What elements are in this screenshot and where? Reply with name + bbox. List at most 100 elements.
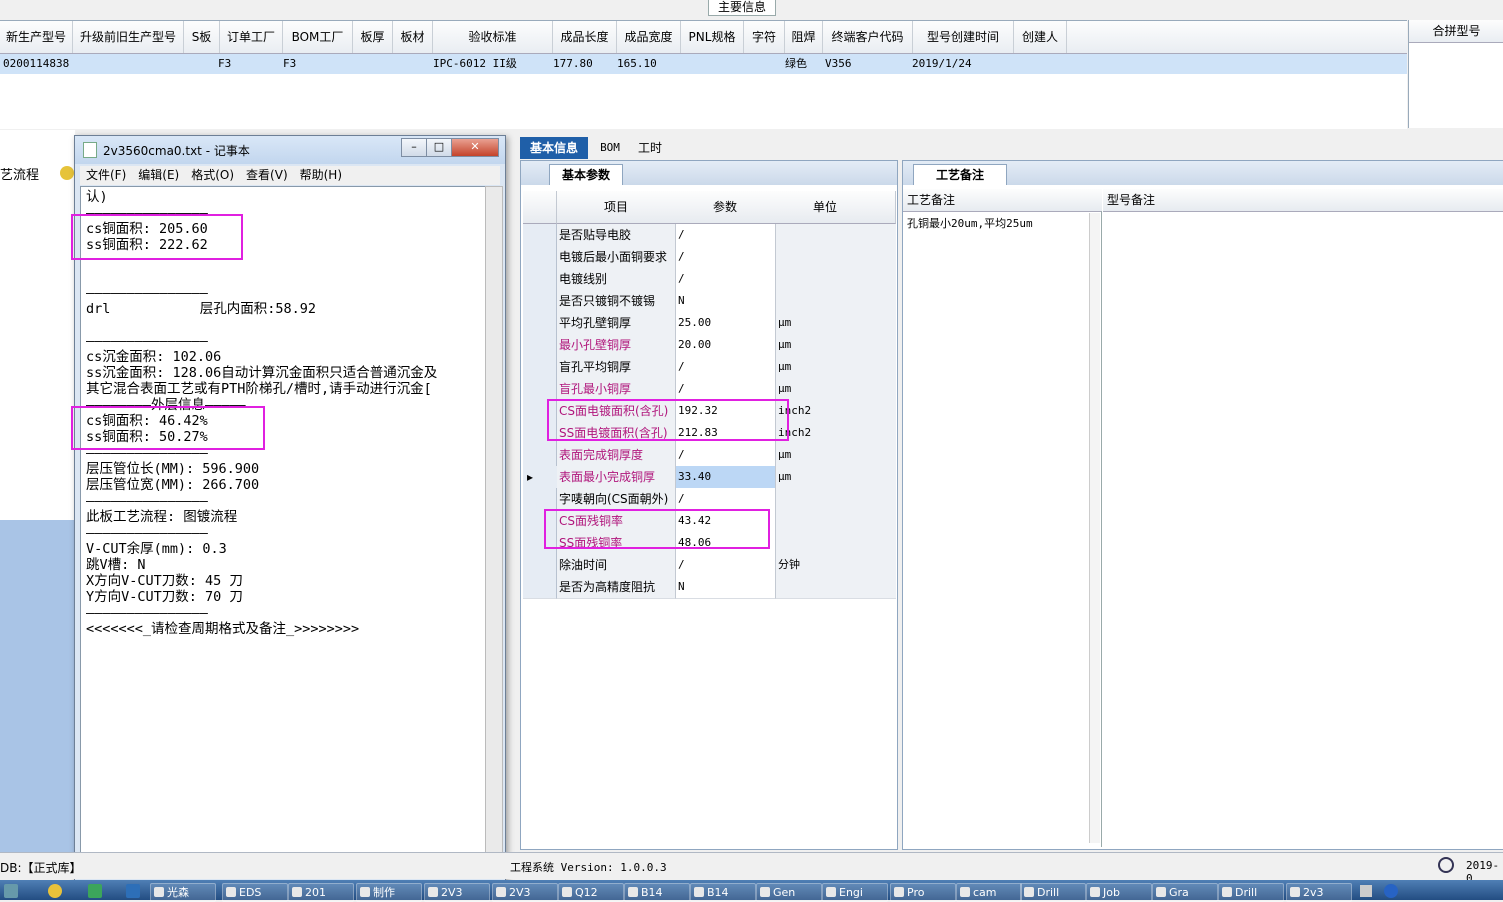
taskbar-button[interactable]: 2v3 bbox=[1286, 883, 1352, 902]
col-customer[interactable]: 终端客户代码 bbox=[823, 21, 913, 53]
col-char[interactable]: 字符 bbox=[744, 21, 785, 53]
version-label: 工程系统 Version: 1.0.0.3 bbox=[510, 861, 667, 874]
col-value[interactable]: 参数 bbox=[675, 191, 776, 224]
app-icon bbox=[226, 887, 236, 897]
remark-scrollbar[interactable] bbox=[1089, 213, 1100, 843]
menu-view[interactable]: 查看(V) bbox=[240, 166, 294, 185]
param-unit bbox=[775, 224, 896, 247]
param-item: 是否贴导电胶 bbox=[557, 224, 675, 247]
param-unit bbox=[775, 290, 896, 313]
start-icon[interactable] bbox=[4, 884, 18, 898]
param-value[interactable]: / bbox=[675, 268, 776, 291]
taskbar-button[interactable]: Gen bbox=[756, 883, 822, 902]
col-unit[interactable]: 单位 bbox=[775, 191, 876, 224]
tab-basic-info[interactable]: 基本信息 bbox=[520, 137, 588, 159]
taskbar-button[interactable]: Drill bbox=[1218, 883, 1284, 902]
param-value[interactable]: / bbox=[675, 554, 776, 577]
col-item[interactable]: 项目 bbox=[557, 191, 676, 224]
process-flow-label[interactable]: 艺流程 bbox=[0, 164, 39, 183]
param-value[interactable]: / bbox=[675, 224, 776, 247]
text-line: V-CUT余厚(mm): 0.3 bbox=[86, 541, 227, 557]
taskbar-button[interactable]: 2V3 bbox=[424, 883, 490, 902]
col-width[interactable]: 成品宽度 bbox=[617, 21, 681, 53]
taskbar-label: Pro bbox=[907, 886, 925, 899]
col-model-remark[interactable]: 型号备注 bbox=[1103, 189, 1503, 212]
tab-bom[interactable]: BOM bbox=[592, 137, 628, 159]
param-value[interactable]: 20.00 bbox=[675, 334, 776, 357]
process-remark-text[interactable]: 孔铜最小20um,平均25um bbox=[907, 215, 1033, 231]
param-item: 表面完成铜厚度 bbox=[557, 444, 675, 467]
row-header bbox=[523, 554, 557, 577]
param-unit: μm bbox=[775, 356, 896, 379]
param-value[interactable]: / bbox=[675, 378, 776, 401]
notepad-title: 2v3560cma0.txt - 记事本 bbox=[103, 144, 250, 158]
taskbar-button[interactable]: 2V3 bbox=[492, 883, 558, 902]
tab-basic-params[interactable]: 基本参数 bbox=[549, 164, 623, 185]
app-icon[interactable] bbox=[88, 884, 102, 898]
col-creator[interactable]: 创建人 bbox=[1014, 21, 1067, 53]
taskbar-button[interactable]: Job bbox=[1086, 883, 1152, 902]
param-value[interactable]: / bbox=[675, 356, 776, 379]
col-mask[interactable]: 阻焊 bbox=[785, 21, 823, 53]
menu-edit[interactable]: 编辑(E) bbox=[132, 166, 185, 185]
param-value[interactable]: N bbox=[675, 290, 776, 313]
taskbar-button[interactable]: B14 bbox=[624, 883, 690, 902]
param-unit bbox=[775, 576, 896, 599]
col-length[interactable]: 成品长度 bbox=[553, 21, 617, 53]
app-icon[interactable] bbox=[126, 884, 140, 898]
taskbar-button[interactable]: Pro bbox=[890, 883, 956, 902]
main-info-tab[interactable]: 主要信息 bbox=[708, 0, 776, 16]
param-value[interactable]: / bbox=[675, 444, 776, 467]
cell-length: 177.80 bbox=[553, 57, 593, 70]
maximize-button[interactable]: □ bbox=[426, 138, 452, 157]
param-value[interactable]: / bbox=[675, 488, 776, 511]
help-icon[interactable] bbox=[1384, 884, 1398, 898]
menu-format[interactable]: 格式(O) bbox=[185, 166, 240, 185]
param-value[interactable]: N bbox=[675, 576, 776, 599]
col-old-model[interactable]: 升级前旧生产型号 bbox=[73, 21, 184, 53]
taskbar-button[interactable]: Gra bbox=[1152, 883, 1218, 902]
param-unit: μm bbox=[775, 312, 896, 335]
col-s-board[interactable]: S板 bbox=[184, 21, 220, 53]
notepad-text-area[interactable]: 认) ——————————————— cs铜面积: 205.60 ss铜面积: 222… bbox=[80, 186, 486, 858]
taskbar: 光森 EDS 201 制作 2V3 2V3 Q12 B14 B14 Gen Engi Pro cam Dr… bbox=[0, 880, 1503, 902]
taskbar-button[interactable]: cam bbox=[956, 883, 1022, 902]
taskbar-label: 2V3 bbox=[441, 886, 463, 899]
taskbar-button[interactable]: Engi bbox=[822, 883, 888, 902]
param-value[interactable]: 25.00 bbox=[675, 312, 776, 335]
col-order-factory[interactable]: 订单工厂 bbox=[220, 21, 283, 53]
taskbar-button[interactable]: 201 bbox=[288, 883, 354, 902]
col-material[interactable]: 板材 bbox=[393, 21, 433, 53]
col-new-model[interactable]: 新生产型号 bbox=[0, 21, 73, 53]
taskbar-button[interactable]: 制作 bbox=[356, 883, 422, 902]
param-value[interactable]: 33.40 bbox=[675, 466, 776, 489]
col-process-remark[interactable]: 工艺备注 bbox=[903, 189, 1102, 212]
menu-help[interactable]: 帮助(H) bbox=[294, 166, 348, 185]
col-created[interactable]: 型号创建时间 bbox=[913, 21, 1014, 53]
basic-params-panel: 基本参数 项目 参数 单位 是否贴导电胶 / 电镀后最小面铜要求 / 电镀线别 / 是否只镀… bbox=[520, 160, 898, 850]
tab-process-remarks[interactable]: 工艺备注 bbox=[913, 164, 1007, 185]
menu-file[interactable]: 文件(F) bbox=[80, 166, 132, 185]
taskbar-label: EDS bbox=[239, 886, 262, 899]
param-value[interactable]: / bbox=[675, 246, 776, 269]
col-thickness[interactable]: 板厚 bbox=[353, 21, 393, 53]
text-line: ——————————————— bbox=[86, 333, 208, 349]
table-row[interactable]: 0200114838 F3 F3 IPC-6012 II级 177.80 165… bbox=[0, 54, 1407, 74]
tray-icon[interactable] bbox=[1360, 885, 1372, 897]
taskbar-button[interactable]: 光森 bbox=[150, 883, 216, 902]
taskbar-button[interactable]: B14 bbox=[690, 883, 756, 902]
col-acceptance[interactable]: 验收标准 bbox=[433, 21, 553, 53]
notepad-titlebar[interactable]: 2v3560cma0.txt - 记事本 – □ ✕ bbox=[75, 136, 505, 164]
col-bom-factory[interactable]: BOM工厂 bbox=[283, 21, 353, 53]
minimize-button[interactable]: – bbox=[401, 138, 427, 157]
text-line: ——————————————— bbox=[86, 493, 208, 509]
close-button[interactable]: ✕ bbox=[451, 138, 499, 157]
taskbar-button[interactable]: Drill bbox=[1020, 883, 1086, 902]
app-icon bbox=[154, 887, 164, 897]
col-pnl[interactable]: PNL规格 bbox=[681, 21, 744, 53]
vertical-scrollbar[interactable] bbox=[485, 186, 503, 858]
taskbar-button[interactable]: Q12 bbox=[558, 883, 624, 902]
browser-icon[interactable] bbox=[48, 884, 62, 898]
taskbar-button[interactable]: EDS bbox=[222, 883, 288, 902]
tab-labor[interactable]: 工时 bbox=[630, 137, 670, 159]
